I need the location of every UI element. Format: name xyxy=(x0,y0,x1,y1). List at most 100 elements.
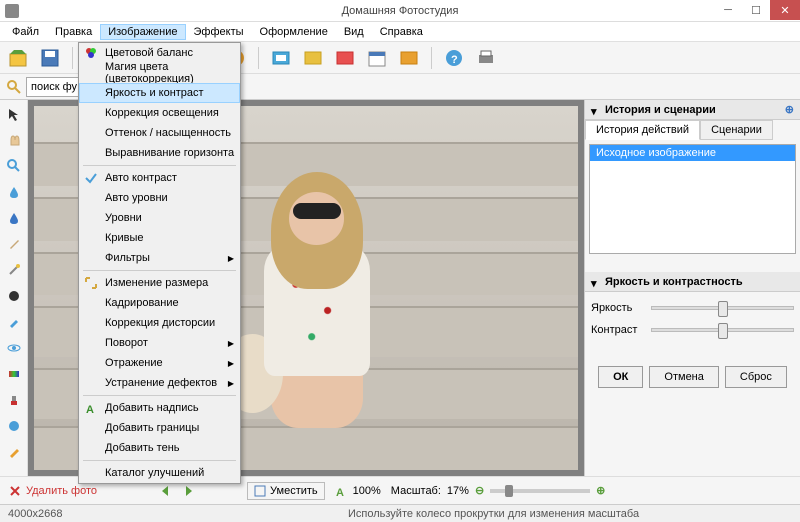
menu-правка[interactable]: Правка xyxy=(47,24,100,40)
mask-icon[interactable] xyxy=(333,46,357,70)
right-panel: ▾ История и сценарии ⊕ История действийС… xyxy=(584,100,800,476)
app-title: Домашняя Фотостудия xyxy=(342,5,459,17)
calendar-icon[interactable] xyxy=(365,46,389,70)
svg-text:A: A xyxy=(336,487,344,497)
collapse-icon[interactable]: ▾ xyxy=(591,277,601,287)
frame-icon[interactable] xyxy=(269,46,293,70)
wand-tool[interactable] xyxy=(4,260,24,280)
menu-эффекты[interactable]: Эффекты xyxy=(186,24,252,40)
close-button[interactable]: ✕ xyxy=(770,0,800,20)
history-item[interactable]: Исходное изображение xyxy=(590,145,795,161)
left-toolbar xyxy=(0,100,28,476)
контраст-slider[interactable] xyxy=(651,328,794,332)
menu-item[interactable]: Кривые xyxy=(79,228,240,248)
svg-text:?: ? xyxy=(451,54,458,66)
menu-item[interactable]: Коррекция дисторсии xyxy=(79,313,240,333)
blur-tool[interactable] xyxy=(4,208,24,228)
delete-icon xyxy=(8,484,22,498)
image-dimensions: 4000x2668 xyxy=(8,508,348,520)
scale-label: Масштаб: xyxy=(391,485,441,497)
menu-item[interactable]: Оттенок / насыщенность xyxy=(79,123,240,143)
menu-item[interactable]: Коррекция освещения xyxy=(79,103,240,123)
svg-text:A: A xyxy=(86,404,94,415)
app-icon xyxy=(5,4,19,18)
zoom-out-button[interactable]: ⊖ xyxy=(475,484,484,497)
ок-button[interactable]: ОК xyxy=(598,366,643,388)
fit-button[interactable]: Уместить xyxy=(247,482,325,500)
resize-icon xyxy=(83,275,99,291)
menu-item[interactable]: AДобавить надпись xyxy=(79,398,240,418)
menubar: ФайлПравкаИзображениеЭффектыОформлениеВи… xyxy=(0,22,800,42)
scale-value: 17% xyxy=(447,485,469,497)
eye-tool[interactable] xyxy=(4,338,24,358)
brush-tool[interactable] xyxy=(4,234,24,254)
gradient-tool[interactable] xyxy=(4,364,24,384)
pointer-tool[interactable] xyxy=(4,104,24,124)
zoom-slider[interactable] xyxy=(490,489,590,493)
fit-icon xyxy=(254,485,266,497)
menu-item[interactable]: Цветовой баланс xyxy=(79,43,240,63)
paint-tool[interactable] xyxy=(4,416,24,436)
slider-label: Контраст xyxy=(591,324,651,336)
next-photo-button[interactable] xyxy=(179,482,197,500)
menu-файл[interactable]: Файл xyxy=(4,24,47,40)
history-panel-header[interactable]: ▾ История и сценарии ⊕ xyxy=(585,100,800,120)
menu-item[interactable]: Уровни xyxy=(79,208,240,228)
menu-вид[interactable]: Вид xyxy=(336,24,372,40)
menu-item[interactable]: Фильтры▶ xyxy=(79,248,240,268)
print-icon[interactable] xyxy=(474,46,498,70)
minimize-button[interactable]: ─ xyxy=(714,0,742,20)
help-icon[interactable]: ? xyxy=(442,46,466,70)
zoom-in-button[interactable]: ⊕ xyxy=(596,484,605,497)
prev-photo-button[interactable] xyxy=(157,482,175,500)
menu-item[interactable]: Добавить тень xyxy=(79,438,240,458)
menu-item[interactable]: Поворот▶ xyxy=(79,333,240,353)
tab-1[interactable]: Сценарии xyxy=(700,120,773,140)
menu-справка[interactable]: Справка xyxy=(372,24,431,40)
collage-icon[interactable] xyxy=(397,46,421,70)
titlebar: Домашняя Фотостудия ─ ☐ ✕ xyxy=(0,0,800,22)
status-hint: Используйте колесо прокрутки для изменен… xyxy=(348,508,639,520)
stamp-tool[interactable] xyxy=(4,390,24,410)
maximize-button[interactable]: ☐ xyxy=(742,0,770,20)
pencil-tool[interactable] xyxy=(4,442,24,462)
darken-tool[interactable] xyxy=(4,286,24,306)
delete-photo-button[interactable]: Удалить фото xyxy=(8,484,97,498)
color-balance-icon xyxy=(83,45,99,61)
save-icon[interactable] xyxy=(38,46,62,70)
сброс-button[interactable]: Сброс xyxy=(725,366,787,388)
menu-item[interactable]: Отражение▶ xyxy=(79,353,240,373)
menu-item[interactable]: Устранение дефектов▶ xyxy=(79,373,240,393)
яркость-slider[interactable] xyxy=(651,306,794,310)
menu-изображение[interactable]: Изображение xyxy=(100,24,185,40)
history-list[interactable]: Исходное изображение xyxy=(589,144,796,254)
search-icon[interactable] xyxy=(6,79,22,95)
droplet-tool[interactable] xyxy=(4,182,24,202)
panel-title: История и сценарии xyxy=(605,104,716,116)
slider-label: Яркость xyxy=(591,302,651,314)
menu-item[interactable]: Добавить границы xyxy=(79,418,240,438)
menu-item[interactable]: Кадрирование xyxy=(79,293,240,313)
отмена-button[interactable]: Отмена xyxy=(649,366,718,388)
menu-оформление[interactable]: Оформление xyxy=(252,24,336,40)
tab-0[interactable]: История действий xyxy=(585,120,700,140)
hand-tool[interactable] xyxy=(4,130,24,150)
menu-item[interactable]: Каталог улучшений xyxy=(79,463,240,483)
menu-item[interactable]: Яркость и контраст xyxy=(79,83,240,103)
pen-tool[interactable] xyxy=(4,312,24,332)
menu-item[interactable]: Авто контраст xyxy=(79,168,240,188)
brightness-panel-header[interactable]: ▾ Яркость и контрастность xyxy=(585,272,800,292)
collapse-icon[interactable]: ▾ xyxy=(591,105,601,115)
frame2-icon[interactable] xyxy=(301,46,325,70)
menu-item[interactable]: Магия цвета (цветокоррекция) xyxy=(79,63,240,83)
image-menu-dropdown: Цветовой балансМагия цвета (цветокоррекц… xyxy=(78,42,241,484)
menu-item[interactable]: Изменение размера xyxy=(79,273,240,293)
zoom-100-label[interactable]: 100% xyxy=(353,485,381,497)
submenu-arrow-icon: ▶ xyxy=(228,254,234,263)
zoom-tool[interactable] xyxy=(4,156,24,176)
menu-item[interactable]: Выравнивание горизонта xyxy=(79,143,240,163)
text-a-icon: A xyxy=(335,485,347,497)
menu-item[interactable]: Авто уровни xyxy=(79,188,240,208)
open-file-icon[interactable] xyxy=(6,46,30,70)
pin-icon[interactable]: ⊕ xyxy=(785,103,794,116)
